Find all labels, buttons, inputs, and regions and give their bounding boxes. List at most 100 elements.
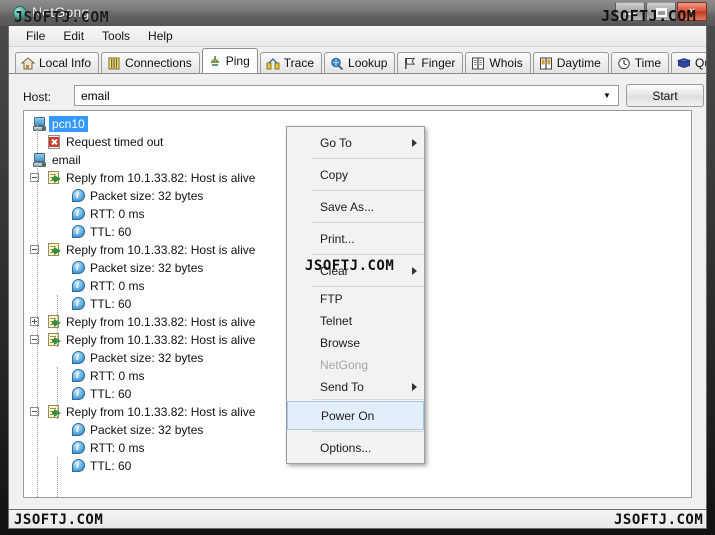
- tab-label: Local Info: [39, 56, 92, 70]
- computer-icon: [32, 116, 48, 132]
- context-menu-item-print[interactable]: Print...: [287, 224, 424, 253]
- tab-ping[interactable]: Ping: [201, 48, 258, 73]
- magnifier-globe-icon: [330, 57, 344, 70]
- tree-indent: [24, 331, 46, 349]
- tree-node-label: Packet size: 32 bytes: [90, 189, 204, 203]
- host-input[interactable]: [79, 86, 598, 105]
- menu-file[interactable]: File: [17, 27, 54, 45]
- info-icon: i: [70, 386, 86, 402]
- context-menu-separator: [312, 431, 424, 432]
- context-menu-item-label: NetGong: [320, 358, 369, 372]
- tree-indent: [24, 313, 46, 331]
- trace-icon: [266, 57, 280, 70]
- error-page-icon: [46, 134, 62, 150]
- tab-lookup[interactable]: Lookup: [324, 52, 396, 73]
- tree-node-label: email: [52, 153, 81, 167]
- flag-icon: [403, 57, 417, 70]
- context-menu-item-label: FTP: [320, 292, 343, 306]
- menu-tools[interactable]: Tools: [93, 27, 139, 45]
- tab-label: Daytime: [556, 56, 601, 70]
- title-bar[interactable]: NetGong ×: [0, 0, 715, 26]
- reply-icon: [46, 332, 62, 348]
- tab-label: Lookup: [348, 56, 388, 70]
- context-menu-item-browse[interactable]: Browse: [287, 332, 424, 354]
- context-menu[interactable]: Go To Copy Save As... Print... Clear FTP Telne…: [286, 126, 425, 464]
- start-button[interactable]: Start: [626, 84, 704, 107]
- tab-daytime[interactable]: Daytime: [532, 52, 609, 73]
- tree-node-label: Packet size: 32 bytes: [90, 351, 204, 365]
- context-menu-item-go-to[interactable]: Go To: [287, 128, 424, 157]
- context-menu-item-netgong: NetGong: [287, 354, 424, 376]
- reply-icon: [46, 404, 62, 420]
- context-menu-item-label: Clear: [320, 263, 349, 278]
- tree-node-label: TTL: 60: [90, 387, 132, 401]
- context-menu-separator: [312, 158, 424, 159]
- menu-help[interactable]: Help: [139, 27, 182, 45]
- tab-strip: Local Info Connections Ping Trace Lookup Fing…: [9, 47, 706, 73]
- tab-connections[interactable]: Connections: [101, 52, 200, 73]
- computer-icon: [32, 152, 48, 168]
- info-icon: i: [70, 368, 86, 384]
- tree-node-label: Packet size: 32 bytes: [90, 423, 204, 437]
- context-menu-item-power-on[interactable]: Power On: [287, 401, 424, 430]
- context-menu-item-save-as[interactable]: Save As...: [287, 192, 424, 221]
- tab-whois[interactable]: Whois: [465, 52, 531, 73]
- tree-indent: [24, 169, 46, 187]
- tree-node-label: Packet size: 32 bytes: [90, 261, 204, 275]
- tree-node-label: TTL: 60: [90, 297, 132, 311]
- tab-quote[interactable]: Quote: [671, 52, 706, 73]
- context-menu-item-send-to[interactable]: Send To: [287, 376, 424, 398]
- context-menu-item-label: Options...: [320, 440, 372, 455]
- tab-label: Finger: [421, 56, 456, 70]
- tree-guide-line: [57, 295, 58, 347]
- caption-button-group: ×: [615, 2, 707, 21]
- info-icon: i: [70, 458, 86, 474]
- context-menu-item-copy[interactable]: Copy: [287, 160, 424, 189]
- chevron-down-icon[interactable]: ▼: [598, 86, 616, 105]
- tree-node-label: Reply from 10.1.33.82: Host is alive: [66, 243, 256, 257]
- tree-node-label: RTT: 0 ms: [90, 441, 145, 455]
- tab-time[interactable]: Time: [610, 52, 670, 73]
- host-combobox[interactable]: ▼: [74, 85, 619, 106]
- context-menu-separator: [312, 222, 424, 223]
- tree-node-label: TTL: 60: [90, 459, 132, 473]
- tab-label: Trace: [283, 56, 315, 70]
- tree-node-label: Reply from 10.1.33.82: Host is alive: [66, 171, 256, 185]
- menu-edit[interactable]: Edit: [54, 27, 93, 45]
- info-icon: i: [70, 206, 86, 222]
- tab-label: Quote: [695, 56, 706, 70]
- reply-icon: [46, 170, 62, 186]
- tree-node-label: Reply from 10.1.33.82: Host is alive: [66, 315, 256, 329]
- tree-node-label: Request timed out: [66, 135, 164, 149]
- context-menu-item-label: Telnet: [320, 314, 353, 328]
- tab-label: Time: [634, 56, 662, 70]
- minimize-button[interactable]: [615, 2, 645, 21]
- context-menu-separator: [312, 286, 424, 287]
- host-bar: Host: ▼ Start: [9, 82, 706, 112]
- submenu-arrow-icon: [412, 266, 417, 275]
- tab-finger[interactable]: Finger: [397, 52, 464, 73]
- maximize-button[interactable]: [646, 2, 676, 21]
- tab-trace[interactable]: Trace: [259, 52, 323, 73]
- context-menu-item-telnet[interactable]: Telnet: [287, 310, 424, 332]
- tree-node-label: Reply from 10.1.33.82: Host is alive: [66, 405, 256, 419]
- context-menu-separator: [312, 190, 424, 191]
- info-icon: i: [70, 296, 86, 312]
- close-button[interactable]: ×: [677, 2, 707, 21]
- tree-guide-line: [57, 457, 58, 497]
- context-menu-item-ftp[interactable]: FTP: [287, 288, 424, 310]
- status-bar: [8, 510, 707, 529]
- context-menu-item-label: Send To: [320, 380, 364, 394]
- context-menu-item-options[interactable]: Options...: [287, 433, 424, 462]
- submenu-arrow-icon: [412, 138, 417, 147]
- window-title: NetGong: [32, 4, 90, 20]
- context-menu-item-clear[interactable]: Clear: [287, 256, 424, 285]
- tab-local-info[interactable]: Local Info: [15, 52, 100, 73]
- bars-icon: [107, 57, 121, 70]
